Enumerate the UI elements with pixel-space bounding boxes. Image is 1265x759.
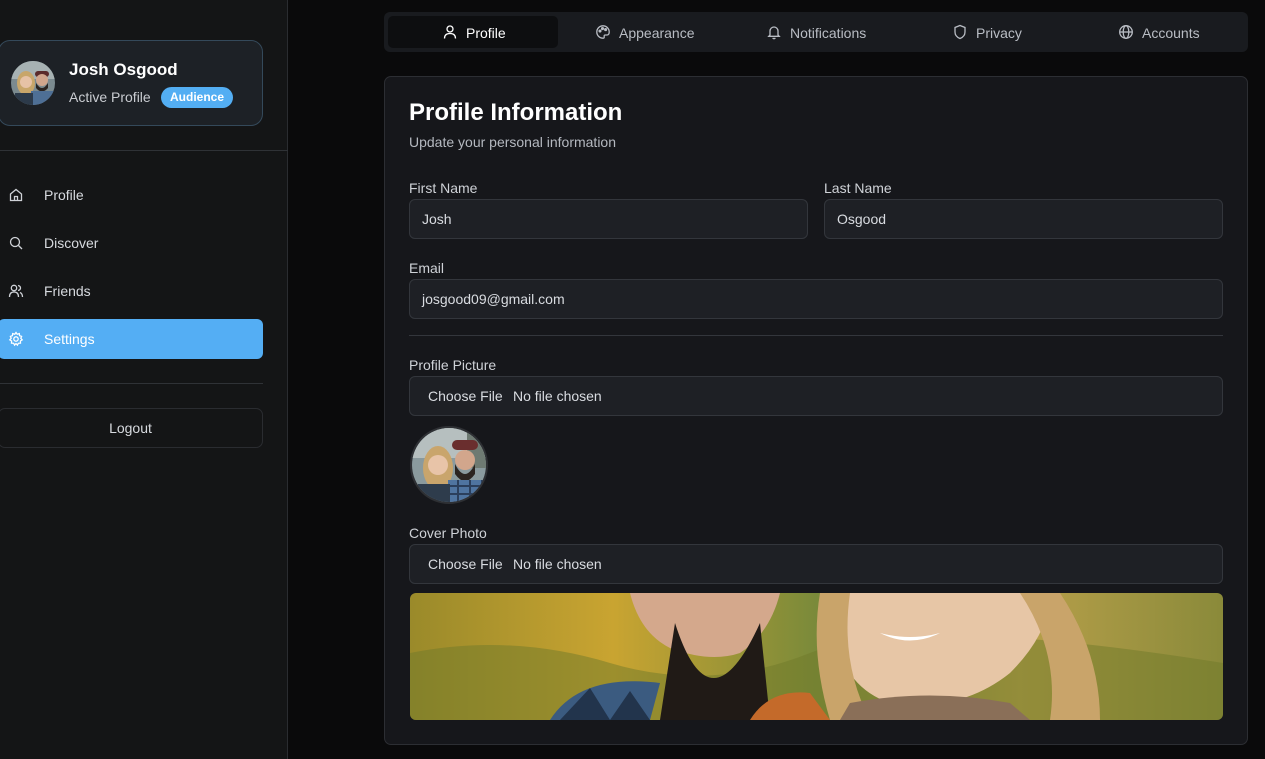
page-title: Profile Information (409, 99, 623, 126)
sidebar-item-label: Friends (44, 283, 91, 299)
sidebar-item-label: Settings (44, 331, 95, 347)
palette-icon (595, 24, 611, 40)
tab-notifications[interactable]: Notifications (730, 16, 900, 48)
cover-photo-file-input[interactable]: Choose File No file chosen (409, 544, 1223, 584)
logout-button[interactable]: Logout (0, 408, 263, 448)
user-status: Active Profile (69, 89, 151, 105)
sidebar-item-friends[interactable]: Friends (0, 271, 263, 311)
profile-picture-file-input[interactable]: Choose File No file chosen (409, 376, 1223, 416)
tab-label: Accounts (1142, 25, 1200, 41)
section-divider (409, 335, 1223, 336)
sidebar-divider (0, 383, 263, 384)
tab-appearance[interactable]: Appearance (559, 16, 729, 48)
file-status: No file chosen (513, 388, 602, 404)
globe-icon (1118, 24, 1134, 40)
sidebar-item-settings[interactable]: Settings (0, 319, 263, 359)
sidebar-divider (0, 150, 288, 151)
user-icon (442, 24, 458, 40)
tab-label: Privacy (976, 25, 1022, 41)
tab-label: Appearance (619, 25, 695, 41)
sidebar-item-label: Discover (44, 235, 99, 251)
choose-file-button[interactable]: Choose File (428, 545, 503, 583)
tab-profile[interactable]: Profile (388, 16, 558, 48)
settings-tabs: Profile Appearance Notifications Privacy… (384, 12, 1248, 52)
home-icon (8, 187, 24, 203)
file-status: No file chosen (513, 556, 602, 572)
search-icon (8, 235, 24, 251)
profile-picture-preview (410, 426, 488, 504)
first-name-field[interactable]: Josh (409, 199, 808, 239)
cover-photo-preview (410, 593, 1223, 720)
users-icon (8, 283, 24, 299)
sidebar-item-label: Profile (44, 187, 84, 203)
tab-label: Notifications (790, 25, 867, 41)
status-badge: Audience (161, 87, 234, 108)
profile-information-panel: Profile Information Update your personal… (384, 76, 1248, 745)
email-label: Email (409, 260, 445, 276)
user-name: Josh Osgood (69, 60, 178, 79)
last-name-label: Last Name (824, 180, 892, 196)
profile-picture-label: Profile Picture (409, 357, 497, 373)
tab-accounts[interactable]: Accounts (1072, 16, 1242, 48)
sidebar-item-profile[interactable]: Profile (0, 175, 263, 215)
bell-icon (766, 24, 782, 40)
tab-privacy[interactable]: Privacy (901, 16, 1071, 48)
profile-card[interactable]: Josh Osgood Active Profile Audience (0, 40, 263, 126)
choose-file-button[interactable]: Choose File (428, 377, 503, 415)
sidebar: Josh Osgood Active Profile Audience Prof… (0, 0, 288, 759)
last-name-field[interactable]: Osgood (824, 199, 1223, 239)
gear-icon (8, 331, 24, 347)
first-name-label: First Name (409, 180, 478, 196)
email-field[interactable]: josgood09@gmail.com (409, 279, 1223, 319)
tab-label: Profile (466, 25, 506, 41)
avatar (11, 61, 55, 105)
shield-icon (952, 24, 968, 40)
sidebar-item-discover[interactable]: Discover (0, 223, 263, 263)
page-subtitle: Update your personal information (409, 134, 617, 150)
cover-photo-label: Cover Photo (409, 525, 487, 541)
